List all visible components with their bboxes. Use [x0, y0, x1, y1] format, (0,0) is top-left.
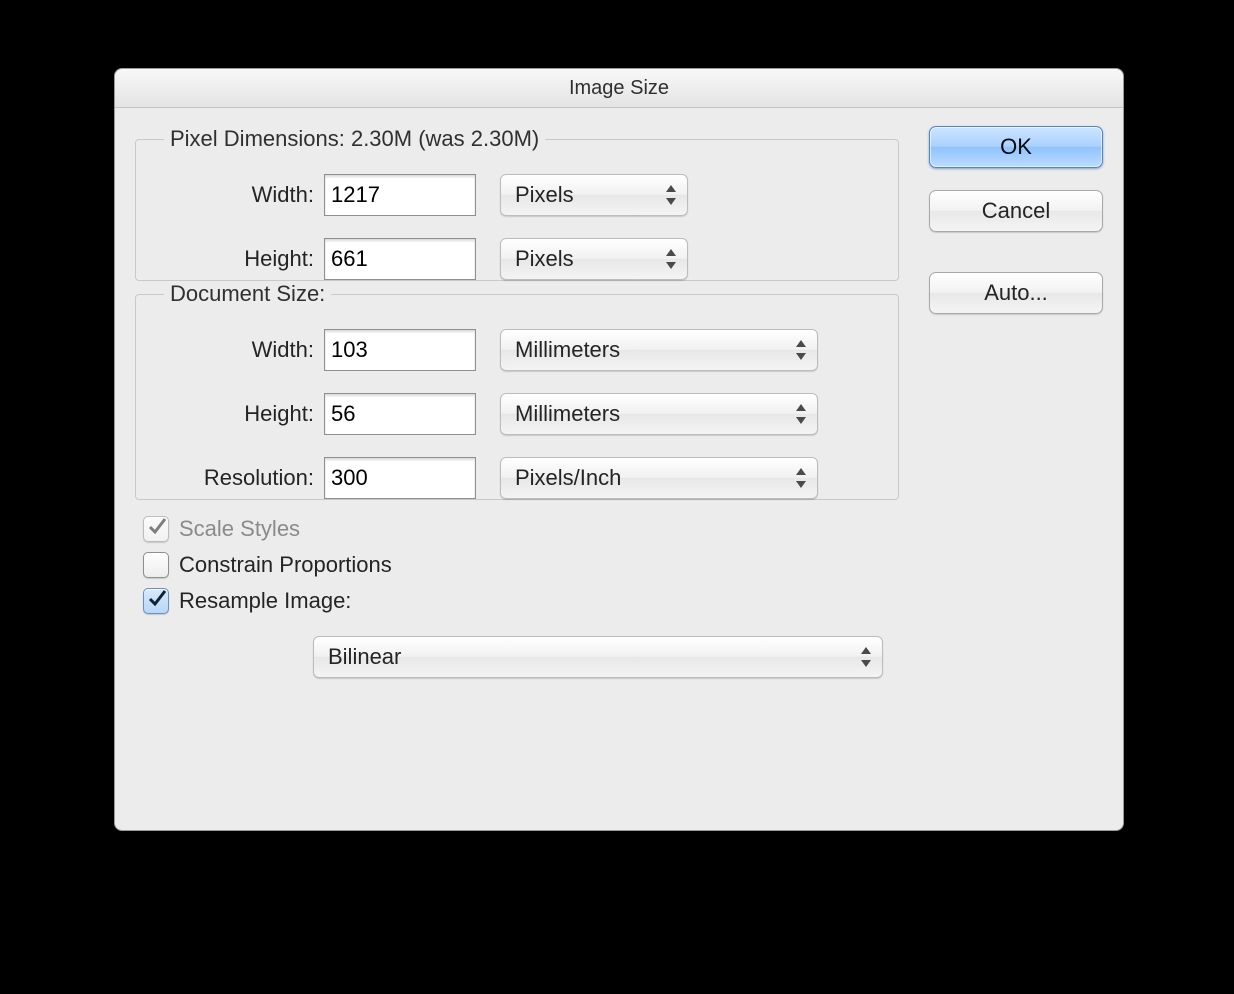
doc-height-label: Height:: [136, 401, 324, 427]
doc-width-input[interactable]: [324, 329, 476, 371]
dropdown-stepper-icon: [794, 467, 808, 489]
doc-height-input[interactable]: [324, 393, 476, 435]
dropdown-stepper-icon: [664, 184, 678, 206]
pixel-width-unit-value: Pixels: [515, 182, 574, 208]
doc-height-unit-select[interactable]: Millimeters: [500, 393, 818, 435]
doc-resolution-input[interactable]: [324, 457, 476, 499]
scale-styles-checkbox: [143, 516, 169, 542]
document-size-legend: Document Size:: [164, 281, 331, 307]
ok-button[interactable]: OK: [929, 126, 1103, 168]
pixel-dimensions-legend: Pixel Dimensions: 2.30M (was 2.30M): [164, 126, 545, 152]
auto-button-label: Auto...: [984, 280, 1048, 306]
doc-width-label: Width:: [136, 337, 324, 363]
pixel-height-label: Height:: [136, 246, 324, 272]
resample-image-checkbox[interactable]: [143, 588, 169, 614]
doc-resolution-unit-select[interactable]: Pixels/Inch: [500, 457, 818, 499]
ok-button-label: OK: [1000, 134, 1032, 160]
constrain-proportions-checkbox[interactable]: [143, 552, 169, 578]
pixel-width-input[interactable]: [324, 174, 476, 216]
resample-method-select[interactable]: Bilinear: [313, 636, 883, 678]
dropdown-stepper-icon: [859, 646, 873, 668]
document-size-group: Document Size: Width: Millimeters Height…: [135, 281, 899, 500]
doc-resolution-unit-value: Pixels/Inch: [515, 465, 621, 491]
pixel-height-unit-select[interactable]: Pixels: [500, 238, 688, 280]
cancel-button-label: Cancel: [982, 198, 1050, 224]
pixel-height-input[interactable]: [324, 238, 476, 280]
doc-width-unit-value: Millimeters: [515, 337, 620, 363]
scale-styles-label: Scale Styles: [179, 516, 300, 542]
dialog-titlebar: Image Size: [115, 69, 1123, 108]
cancel-button[interactable]: Cancel: [929, 190, 1103, 232]
dropdown-stepper-icon: [794, 339, 808, 361]
doc-resolution-label: Resolution:: [136, 465, 324, 491]
doc-width-unit-select[interactable]: Millimeters: [500, 329, 818, 371]
dialog-title: Image Size: [569, 77, 669, 100]
doc-height-unit-value: Millimeters: [515, 401, 620, 427]
pixel-height-unit-value: Pixels: [515, 246, 574, 272]
image-size-dialog: Image Size Pixel Dimensions: 2.30M (was …: [114, 68, 1124, 831]
pixel-width-label: Width:: [136, 182, 324, 208]
pixel-dimensions-group: Pixel Dimensions: 2.30M (was 2.30M) Widt…: [135, 126, 899, 281]
dropdown-stepper-icon: [794, 403, 808, 425]
auto-button[interactable]: Auto...: [929, 272, 1103, 314]
resample-method-value: Bilinear: [328, 644, 401, 670]
pixel-width-unit-select[interactable]: Pixels: [500, 174, 688, 216]
dropdown-stepper-icon: [664, 248, 678, 270]
constrain-proportions-label: Constrain Proportions: [179, 552, 392, 578]
resample-image-label: Resample Image:: [179, 588, 351, 614]
